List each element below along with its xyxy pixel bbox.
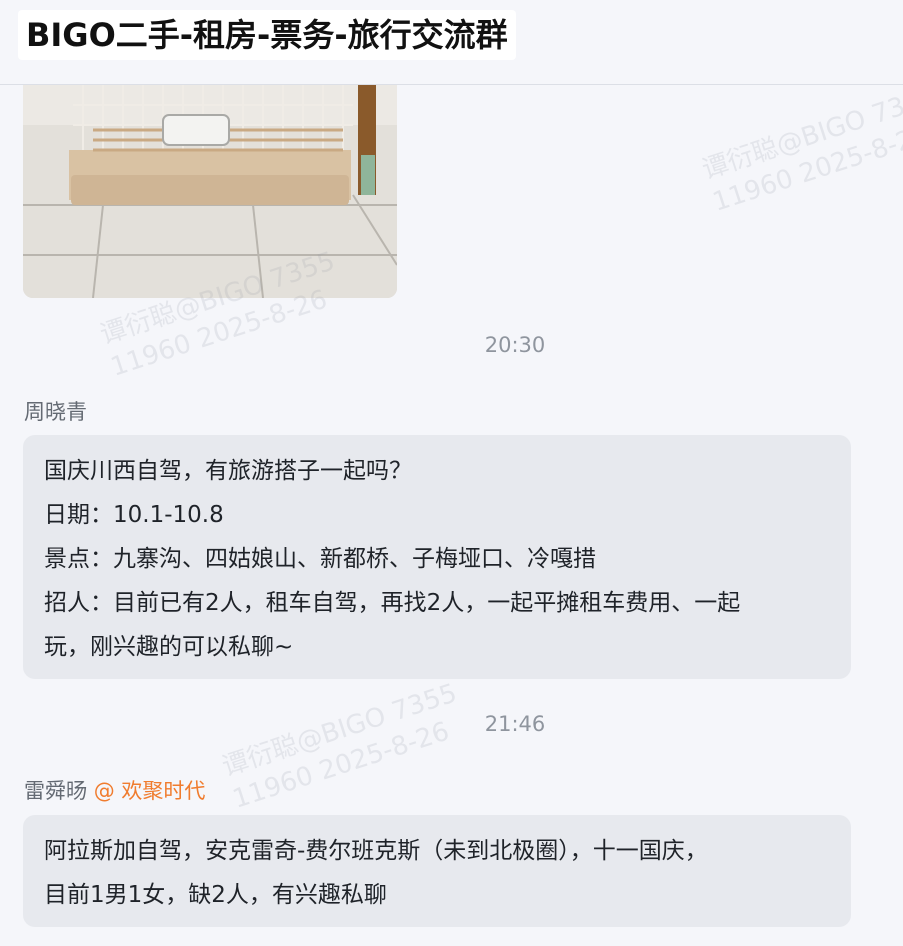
image-message[interactable] bbox=[23, 85, 397, 298]
timestamp: 20:30 bbox=[484, 333, 546, 357]
group-title[interactable]: BIGO二手-租房-票务-旅行交流群 bbox=[18, 10, 516, 60]
message-line: 国庆川西自驾，有旅游搭子一起吗？ bbox=[44, 458, 412, 484]
message-list[interactable]: 20:30 周晓青 国庆川西自驾，有旅游搭子一起吗？ 日期：10.1-10.8 … bbox=[0, 85, 903, 946]
message-line: 招人：目前已有2人，租车自驾，再找2人，一起平摊租车费用、一起 bbox=[44, 590, 741, 616]
sender-name[interactable]: 雷舜旸 bbox=[24, 779, 87, 803]
sender-line: 雷舜旸 @ 欢聚时代 bbox=[24, 775, 205, 805]
rabbit-cage-photo bbox=[23, 85, 397, 298]
sender-name[interactable]: 周晓青 bbox=[24, 396, 87, 426]
message-bubble[interactable]: 阿拉斯加自驾，安克雷奇-费尔班克斯（未到北极圈），十一国庆， 目前1男1女，缺2… bbox=[23, 815, 851, 927]
message-bubble[interactable]: 国庆川西自驾，有旅游搭子一起吗？ 日期：10.1-10.8 景点：九寨沟、四姑娘… bbox=[23, 435, 851, 679]
message-line: 目前1男1女，缺2人，有兴趣私聊 bbox=[44, 882, 387, 908]
message-line: 玩，刚兴趣的可以私聊~ bbox=[44, 634, 294, 660]
chat-header: BIGO二手-租房-票务-旅行交流群 bbox=[0, 0, 903, 85]
message-line: 景点：九寨沟、四姑娘山、新都桥、子梅垭口、冷嘎措 bbox=[44, 546, 596, 572]
message-line: 阿拉斯加自驾，安克雷奇-费尔班克斯（未到北极圈），十一国庆， bbox=[44, 838, 708, 864]
message-line: 日期：10.1-10.8 bbox=[44, 502, 224, 528]
timestamp: 21:46 bbox=[484, 712, 546, 736]
mention-tag[interactable]: @ 欢聚时代 bbox=[94, 779, 206, 803]
